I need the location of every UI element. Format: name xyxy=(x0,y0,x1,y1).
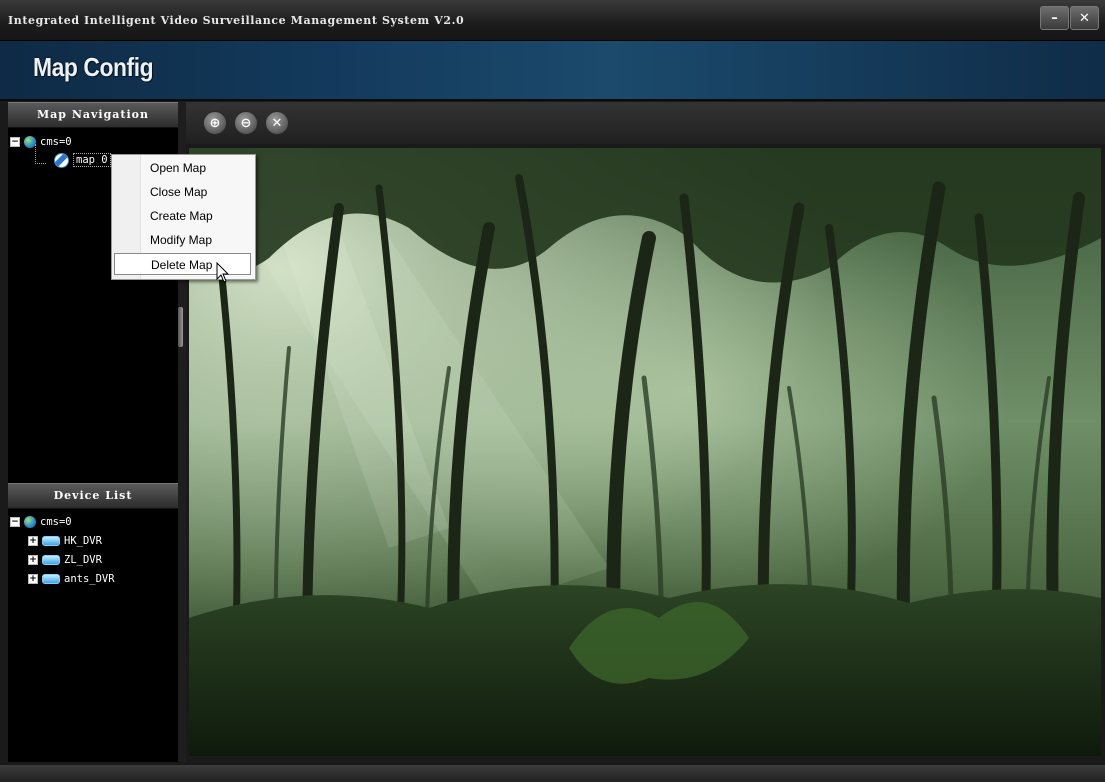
device-item-hk-dvr[interactable]: + HK_DVR xyxy=(28,533,102,549)
splitter-grip[interactable] xyxy=(178,307,183,347)
dvr-icon xyxy=(42,536,60,546)
zoom-in-icon: ⊕ xyxy=(209,115,221,131)
close-button[interactable]: ✕ xyxy=(1070,6,1099,30)
map-navigation-heading: Map Navigation xyxy=(8,102,178,128)
menu-item-modify-map[interactable]: Modify Map xyxy=(114,229,251,251)
menu-item-open-map[interactable]: Open Map xyxy=(114,157,251,179)
module-header: Map Config xyxy=(0,41,1105,101)
device-item-label: ants_DVR xyxy=(64,573,115,585)
menu-item-close-map[interactable]: Close Map xyxy=(114,181,251,203)
device-tree-root-label: cms=0 xyxy=(40,516,72,528)
expand-toggle-icon[interactable]: + xyxy=(28,555,38,565)
collapse-toggle-icon[interactable]: − xyxy=(10,137,20,147)
map-tree-root-label: cms=0 xyxy=(40,136,72,148)
device-item-label: HK_DVR xyxy=(64,535,102,547)
map-tree-item-map-0[interactable]: map 0 xyxy=(54,152,111,168)
zoom-out-button[interactable]: ⊖ xyxy=(234,111,258,135)
title-bar: Integrated Intelligent Video Surveillanc… xyxy=(0,0,1105,41)
device-item-zl-dvr[interactable]: + ZL_DVR xyxy=(28,552,102,568)
menu-item-delete-map[interactable]: Delete Map xyxy=(114,253,251,275)
dvr-icon xyxy=(42,574,60,584)
expand-toggle-icon[interactable]: + xyxy=(28,574,38,584)
map-icon xyxy=(54,152,69,168)
zoom-in-button[interactable]: ⊕ xyxy=(203,111,227,135)
close-map-button[interactable]: ✕ xyxy=(265,111,289,135)
mouse-cursor-icon xyxy=(216,261,230,288)
close-icon: ✕ xyxy=(271,115,283,131)
status-bar xyxy=(0,765,1105,782)
map-tree-root[interactable]: − cms=0 xyxy=(10,134,72,150)
expand-toggle-icon[interactable]: + xyxy=(28,536,38,546)
zoom-out-icon: ⊖ xyxy=(240,115,252,131)
map-tree-item-label: map 0 xyxy=(73,153,111,167)
device-item-label: ZL_DVR xyxy=(64,554,102,566)
menu-item-create-map[interactable]: Create Map xyxy=(114,205,251,227)
forest-map-image xyxy=(189,148,1101,756)
window-title: Integrated Intelligent Video Surveillanc… xyxy=(8,14,465,27)
device-list-heading: Device List xyxy=(8,483,178,509)
minimize-button[interactable]: – xyxy=(1040,6,1069,30)
dvr-icon xyxy=(42,555,60,565)
map-toolbar: ⊕ ⊖ ✕ xyxy=(186,102,1105,144)
device-item-ants-dvr[interactable]: + ants_DVR xyxy=(28,571,115,587)
window-controls: – ✕ xyxy=(1039,6,1099,30)
context-menu: Open Map Close Map Create Map Modify Map… xyxy=(111,154,256,280)
module-title: Map Config xyxy=(33,52,154,82)
globe-icon xyxy=(24,516,36,528)
device-tree-root[interactable]: − cms=0 xyxy=(10,514,72,530)
collapse-toggle-icon[interactable]: − xyxy=(10,517,20,527)
globe-icon xyxy=(24,136,36,148)
map-canvas[interactable] xyxy=(189,148,1101,756)
